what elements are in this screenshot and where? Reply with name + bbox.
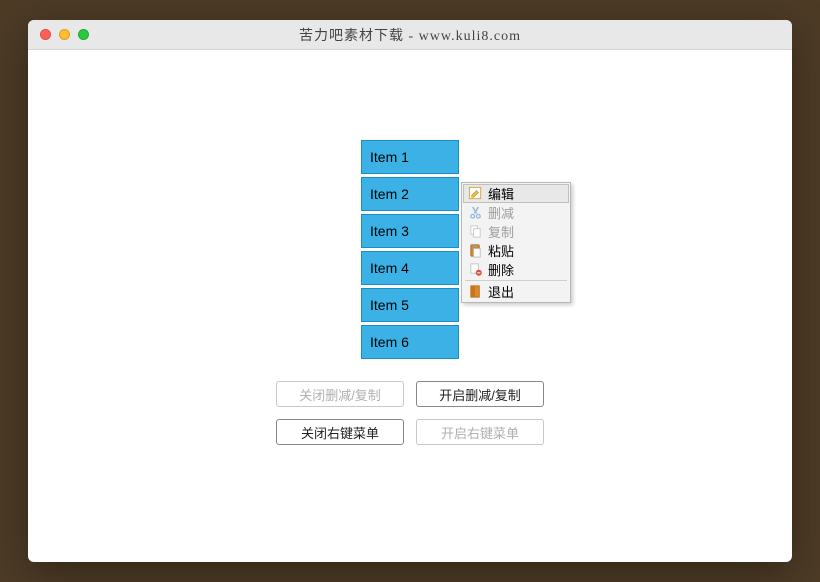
button-row-2: 关闭右键菜单 开启右键菜单: [276, 419, 544, 445]
open-cut-copy-button[interactable]: 开启删减/复制: [416, 381, 544, 407]
window-title: 苦力吧素材下载 - www.kuli8.com: [28, 25, 792, 45]
menu-label: 删减: [488, 203, 514, 222]
button-row-1: 关闭删减/复制 开启删减/复制: [276, 381, 544, 407]
edit-icon: [467, 186, 483, 202]
list-item[interactable]: Item 6: [361, 325, 459, 359]
content-area: Item 1 Item 2 Item 3 Item 4 Item 5 Item …: [28, 50, 792, 445]
menu-label: 删除: [488, 260, 514, 279]
open-context-menu-button: 开启右键菜单: [416, 419, 544, 445]
menu-paste[interactable]: 粘贴: [463, 241, 569, 260]
copy-icon: [467, 224, 483, 240]
list-item[interactable]: Item 2: [361, 177, 459, 211]
menu-label: 复制: [488, 222, 514, 241]
menu-quit[interactable]: 退出: [463, 282, 569, 301]
window-controls: [40, 29, 89, 40]
app-window: 苦力吧素材下载 - www.kuli8.com Item 1 Item 2 It…: [28, 20, 792, 562]
zoom-window-icon[interactable]: [78, 29, 89, 40]
close-cut-copy-button: 关闭删减/复制: [276, 381, 404, 407]
menu-label: 粘贴: [488, 241, 514, 260]
item-list: Item 1 Item 2 Item 3 Item 4 Item 5 Item …: [361, 140, 459, 359]
delete-icon: [467, 262, 483, 278]
menu-copy: 复制: [463, 222, 569, 241]
quit-icon: [467, 284, 483, 300]
cut-icon: [467, 205, 483, 221]
menu-label: 编辑: [488, 184, 514, 203]
list-item[interactable]: Item 1: [361, 140, 459, 174]
menu-edit[interactable]: 编辑: [463, 184, 569, 203]
minimize-window-icon[interactable]: [59, 29, 70, 40]
menu-label: 退出: [488, 282, 514, 301]
menu-delete[interactable]: 删除: [463, 260, 569, 279]
close-context-menu-button[interactable]: 关闭右键菜单: [276, 419, 404, 445]
context-menu: 编辑 删减 复制 粘贴: [461, 182, 571, 303]
menu-cut: 删减: [463, 203, 569, 222]
list-item[interactable]: Item 3: [361, 214, 459, 248]
paste-icon: [467, 243, 483, 259]
menu-separator: [465, 280, 567, 281]
close-window-icon[interactable]: [40, 29, 51, 40]
list-item[interactable]: Item 4: [361, 251, 459, 285]
titlebar: 苦力吧素材下载 - www.kuli8.com: [28, 20, 792, 50]
list-item[interactable]: Item 5: [361, 288, 459, 322]
